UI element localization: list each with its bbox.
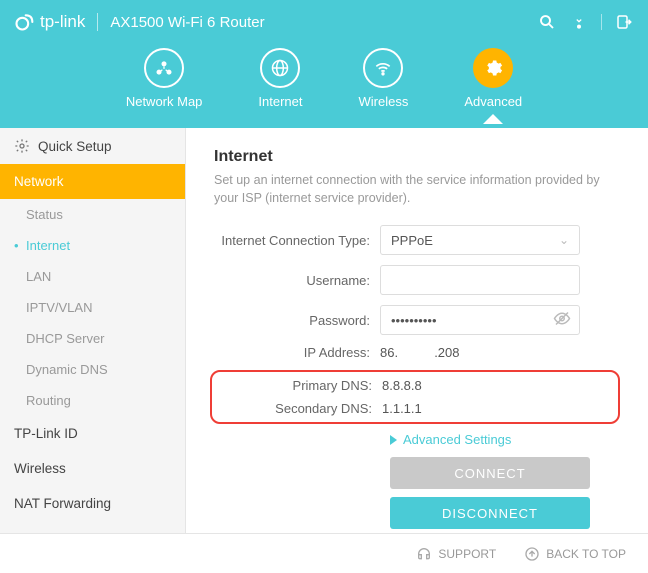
connection-type-select[interactable]: PPPoE ⌄ [380,225,580,255]
primary-dns-value: 8.8.8.8 [382,378,614,393]
sidebar-sub-routing[interactable]: Routing [0,385,185,416]
chevron-down-icon: ⌄ [559,233,569,247]
sidebar-item-label: Network [14,174,64,189]
username-field[interactable] [380,265,580,295]
nav-tabs: Network Map Internet Wireless Advanced [0,44,648,123]
brand-logo: tp-link [14,12,85,32]
sidebar-item-parental[interactable]: Parental Controls [0,521,185,533]
play-icon [390,435,397,445]
tab-label: Wireless [359,94,409,109]
sidebar-item-tplink-id[interactable]: TP-Link ID [0,416,185,451]
sidebar-sub-ddns[interactable]: Dynamic DNS [0,354,185,385]
content-panel: Internet Set up an internet connection w… [186,128,648,533]
sidebar-sub-internet[interactable]: Internet [0,230,185,261]
advanced-settings-link[interactable]: Advanced Settings [390,432,620,447]
footer: SUPPORT BACK TO TOP [0,533,648,573]
label-primary-dns: Primary DNS: [216,378,382,393]
tab-label: Advanced [464,94,522,109]
divider [97,13,98,31]
eye-off-icon[interactable] [553,310,571,331]
dns-highlight-box: Primary DNS: 8.8.8.8 Secondary DNS: 1.1.… [210,370,620,424]
secondary-dns-value: 1.1.1.1 [382,401,614,416]
page-description: Set up an internet connection with the s… [214,172,620,207]
gear-icon [473,48,513,88]
wifi-icon [363,48,403,88]
header: tp-link AX1500 Wi-Fi 6 Router Network Ma… [0,0,648,128]
tab-network-map[interactable]: Network Map [126,48,203,123]
tab-internet[interactable]: Internet [258,48,302,123]
sidebar-sub-iptv[interactable]: IPTV/VLAN [0,292,185,323]
product-name: AX1500 Wi-Fi 6 Router [110,14,264,31]
sidebar-sub-dhcp[interactable]: DHCP Server [0,323,185,354]
sidebar-item-network[interactable]: Network [0,164,185,199]
footer-label: BACK TO TOP [546,547,626,561]
page-title: Internet [214,148,620,166]
label-secondary-dns: Secondary DNS: [216,401,382,416]
search-icon[interactable] [537,12,557,32]
label-username: Username: [214,273,380,288]
tab-label: Network Map [126,94,203,109]
label-connection-type: Internet Connection Type: [214,233,380,248]
sidebar-sub-status[interactable]: Status [0,199,185,230]
footer-label: SUPPORT [438,547,496,561]
password-field[interactable] [380,305,580,335]
logout-icon[interactable] [614,12,634,32]
select-value: PPPoE [391,233,433,248]
tab-advanced[interactable]: Advanced [464,48,522,123]
connect-button[interactable]: CONNECT [390,457,590,489]
sidebar-item-label: Quick Setup [38,139,112,154]
arrow-up-icon [524,546,540,562]
ip-address-value: 86. .208 [380,345,620,360]
sidebar-sub-lan[interactable]: LAN [0,261,185,292]
sidebar: Quick Setup Network Status Internet LAN … [0,128,186,533]
network-map-icon [144,48,184,88]
brand-text: tp-link [40,12,85,32]
tab-wireless[interactable]: Wireless [359,48,409,123]
label-ip-address: IP Address: [214,345,380,360]
label-password: Password: [214,313,380,328]
support-link[interactable]: SUPPORT [416,546,496,562]
gear-icon [14,138,30,154]
sidebar-item-nat[interactable]: NAT Forwarding [0,486,185,521]
headset-icon [416,546,432,562]
disconnect-button[interactable]: DISCONNECT [390,497,590,529]
sidebar-item-quick-setup[interactable]: Quick Setup [0,128,185,164]
back-to-top-link[interactable]: BACK TO TOP [524,546,626,562]
sidebar-item-wireless[interactable]: Wireless [0,451,185,486]
globe-icon [260,48,300,88]
download-icon[interactable] [569,12,589,32]
link-label: Advanced Settings [403,432,511,447]
divider [601,14,602,30]
tab-label: Internet [258,94,302,109]
